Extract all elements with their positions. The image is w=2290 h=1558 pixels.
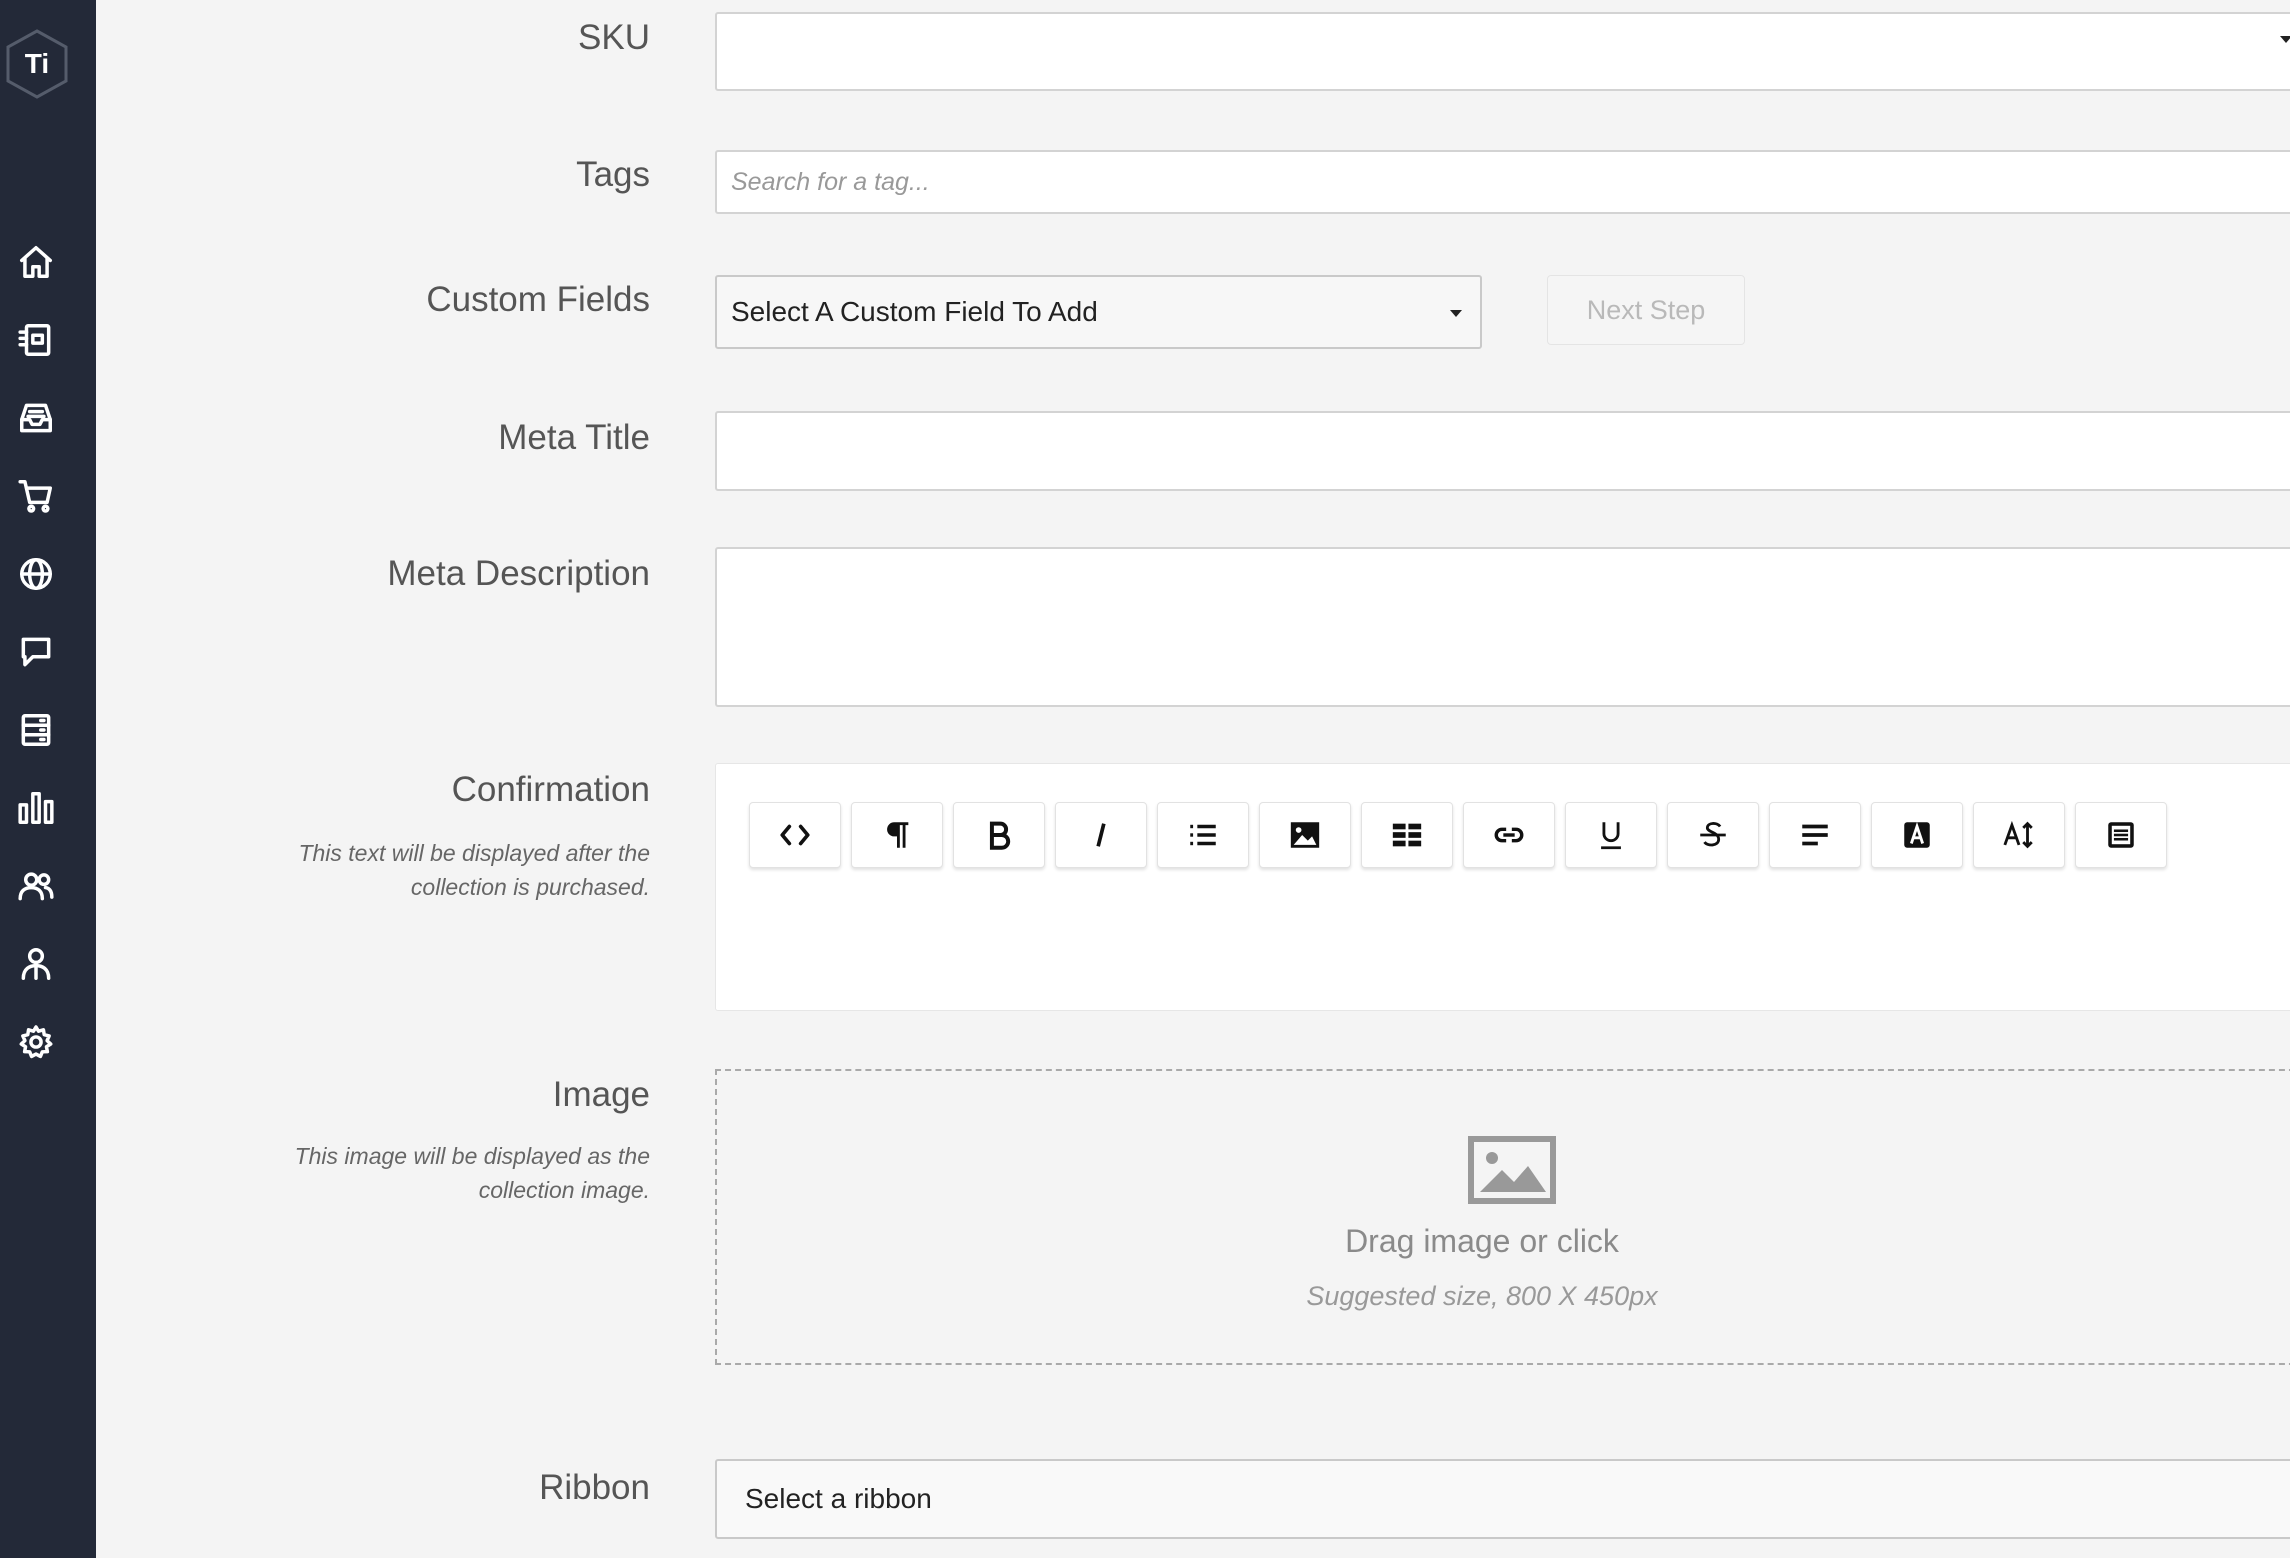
bar-chart-icon	[18, 792, 54, 824]
sku-input[interactable]	[717, 14, 2290, 89]
underline-button[interactable]	[1565, 802, 1657, 868]
italic-button[interactable]	[1055, 802, 1147, 868]
sku-field[interactable]	[715, 12, 2290, 91]
nav-affiliates[interactable]	[14, 942, 58, 986]
meta-description-textarea[interactable]	[717, 549, 2290, 705]
logo-text: Ti	[24, 48, 50, 79]
inbox-icon	[20, 403, 52, 433]
code-view-button[interactable]	[749, 802, 841, 868]
strikethrough-button[interactable]	[1667, 802, 1759, 868]
meta-title-field[interactable]	[715, 411, 2290, 491]
font-color-button[interactable]	[1871, 802, 1963, 868]
receipt-icon	[18, 324, 51, 356]
confirmation-label: Confirmation	[451, 770, 650, 809]
bold-icon	[989, 821, 1011, 850]
paragraph-button[interactable]	[851, 802, 943, 868]
globe-icon	[20, 558, 52, 590]
confirmation-hint: This text will be displayed after the co…	[298, 840, 650, 900]
chat-icon	[21, 637, 51, 667]
document-button[interactable]	[2075, 802, 2167, 868]
logo[interactable]: Ti	[2, 27, 72, 101]
tags-field[interactable]	[715, 150, 2290, 214]
align-left-icon	[1802, 824, 1828, 846]
custom-fields-label: Custom Fields	[426, 280, 650, 319]
meta-title-label: Meta Title	[498, 418, 650, 457]
nav-messages[interactable]	[14, 630, 58, 674]
underline-icon	[1601, 822, 1621, 850]
dropzone-subtitle: Suggested size, 800 X 450px	[1306, 1281, 1658, 1311]
image-icon	[1290, 822, 1320, 848]
list-button[interactable]	[1157, 802, 1249, 868]
meta-description-field[interactable]	[715, 547, 2290, 707]
nav-documents[interactable]	[14, 708, 58, 752]
meta-title-input[interactable]	[717, 413, 2290, 489]
meta-description-label: Meta Description	[387, 554, 650, 593]
font-color-icon	[1904, 822, 1930, 848]
chevron-down-icon	[1450, 310, 1462, 317]
home-icon	[20, 246, 52, 278]
image-placeholder-icon	[1468, 1136, 1556, 1204]
document-list-icon	[21, 714, 51, 746]
insert-link-button[interactable]	[1463, 802, 1555, 868]
paragraph-icon	[887, 822, 909, 848]
nav-analytics[interactable]	[14, 786, 58, 830]
document-icon	[2108, 822, 2134, 848]
users-icon	[18, 872, 54, 901]
tags-search-input[interactable]	[717, 152, 2290, 212]
gear-icon	[19, 1025, 53, 1059]
cart-icon	[18, 480, 52, 513]
custom-field-select[interactable]: Select A Custom Field To Add	[715, 275, 1482, 349]
code-icon	[780, 824, 810, 846]
dropzone-title: Drag image or click	[1345, 1223, 1619, 1259]
insert-table-button[interactable]	[1361, 802, 1453, 868]
align-button[interactable]	[1769, 802, 1861, 868]
nav-inbox[interactable]	[14, 396, 58, 440]
chevron-down-icon	[2280, 36, 2290, 43]
insert-image-button[interactable]	[1259, 802, 1351, 868]
list-icon	[1190, 824, 1216, 846]
custom-field-select-value: Select A Custom Field To Add	[731, 296, 1098, 327]
font-size-icon	[2003, 820, 2033, 849]
nav-orders[interactable]	[14, 318, 58, 362]
tags-label: Tags	[576, 155, 650, 194]
nav-globe[interactable]	[14, 552, 58, 596]
nav-cart[interactable]	[14, 474, 58, 518]
link-icon	[1494, 827, 1524, 843]
next-step-button[interactable]: Next Step	[1547, 275, 1745, 345]
bold-button[interactable]	[953, 802, 1045, 868]
image-dropzone[interactable]: Drag image or click Suggested size, 800 …	[715, 1069, 2290, 1365]
sidebar: Ti	[0, 0, 96, 1558]
rich-text-editor[interactable]	[715, 763, 2290, 1011]
strikethrough-icon	[1700, 822, 1726, 847]
nav-home[interactable]	[14, 240, 58, 284]
font-size-button[interactable]	[1973, 802, 2065, 868]
image-hint: This image will be displayed as the coll…	[294, 1143, 650, 1203]
ribbon-label: Ribbon	[539, 1468, 650, 1507]
user-network-icon	[21, 948, 51, 980]
nav-settings[interactable]	[14, 1020, 58, 1064]
image-label: Image	[552, 1075, 650, 1114]
sku-label: SKU	[578, 18, 650, 57]
italic-icon	[1096, 823, 1106, 847]
nav-customers[interactable]	[14, 864, 58, 908]
ribbon-select-value: Select a ribbon	[745, 1483, 932, 1514]
ribbon-select[interactable]: Select a ribbon	[715, 36, 2290, 1539]
table-icon	[1392, 823, 1422, 847]
